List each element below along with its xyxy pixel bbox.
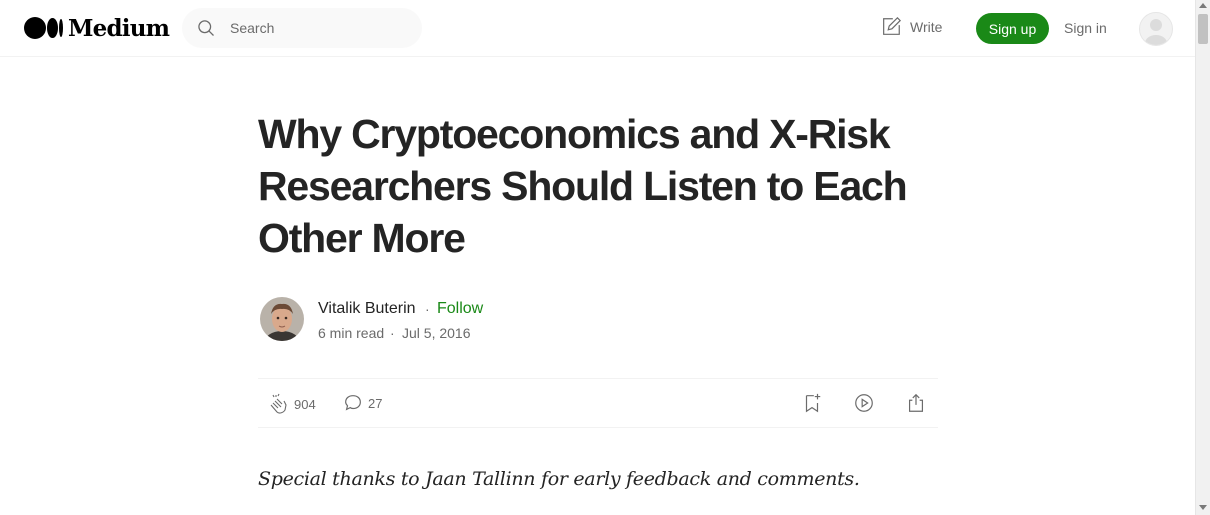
article-title: Why Cryptoeconomics and X-Risk Researche… [258, 111, 908, 261]
publish-date: Jul 5, 2016 [402, 325, 471, 341]
search-icon [198, 20, 214, 36]
separator-dot: · [390, 325, 395, 341]
read-time: 6 min read [318, 325, 385, 341]
listen-button[interactable] [853, 392, 875, 414]
scroll-down-arrow[interactable] [1199, 505, 1207, 510]
response-count: 27 [368, 395, 383, 411]
page-scrollbar[interactable] [1195, 0, 1210, 515]
user-avatar[interactable] [1139, 12, 1173, 46]
write-icon [883, 16, 902, 35]
search-input[interactable] [228, 19, 402, 37]
share-button[interactable] [905, 392, 927, 414]
user-avatar-icon [1145, 19, 1167, 45]
author-avatar[interactable] [260, 297, 304, 341]
author-portrait [260, 297, 304, 341]
write-label: Write [910, 19, 943, 35]
write-button[interactable]: Write [880, 16, 942, 38]
search-bar[interactable] [182, 8, 422, 48]
medium-logo[interactable]: Medium [24, 14, 170, 42]
clap-button[interactable]: 904 [266, 392, 316, 416]
scroll-thumb[interactable] [1198, 14, 1208, 44]
responses-button[interactable]: 27 [342, 392, 382, 414]
bookmark-icon [805, 393, 821, 413]
logo-text: Medium [68, 14, 170, 42]
follow-link[interactable]: Follow [437, 300, 483, 318]
clap-count: 904 [294, 396, 316, 412]
comment-icon [345, 395, 361, 411]
sign-in-link[interactable]: Sign in [1064, 20, 1107, 36]
medium-logo-mark [24, 17, 63, 39]
scroll-up-arrow[interactable] [1199, 3, 1207, 8]
clap-icon [270, 393, 287, 414]
sign-up-button[interactable]: Sign up [976, 13, 1049, 44]
article-intro: Special thanks to Jaan Tallinn for early… [258, 468, 860, 490]
share-icon [908, 393, 924, 412]
article-action-bar: 904 27 [258, 378, 938, 428]
play-icon [855, 394, 873, 412]
separator-dot: · [425, 301, 430, 317]
bookmark-button[interactable] [801, 392, 823, 414]
author-name[interactable]: Vitalik Buterin [318, 300, 416, 318]
top-navigation: Medium Write Sign up Sign in [0, 0, 1195, 57]
